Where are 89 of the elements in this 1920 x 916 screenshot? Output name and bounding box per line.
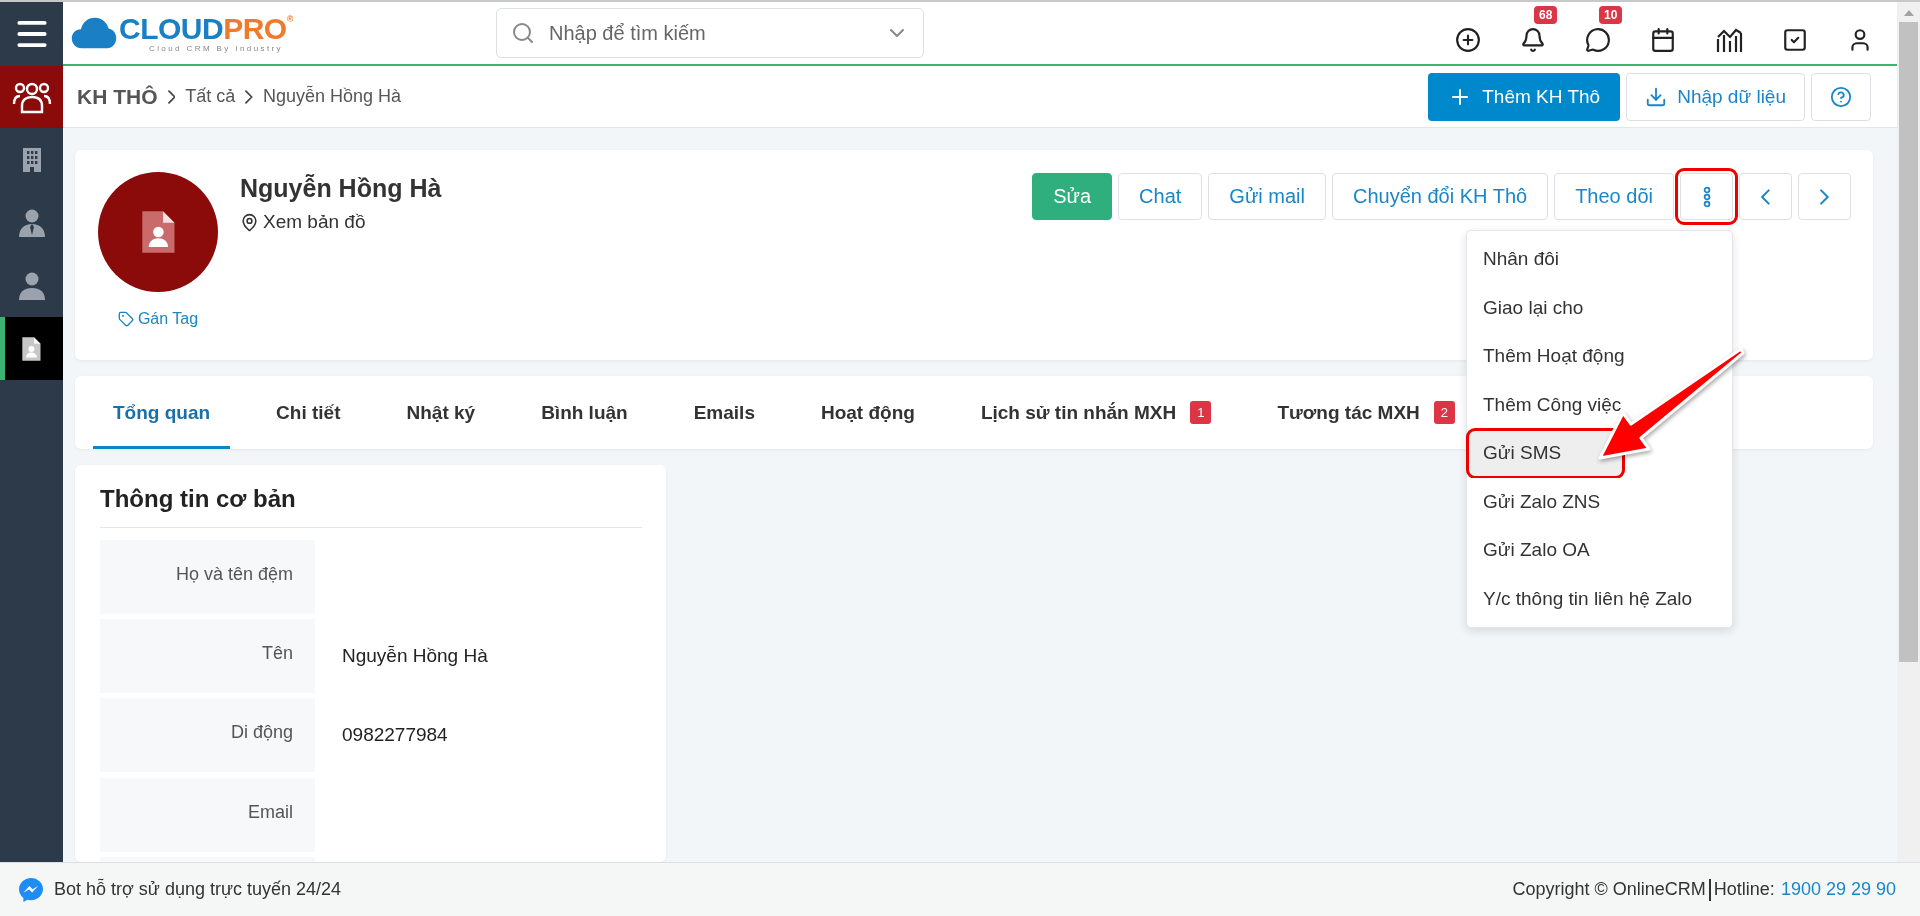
bell-icon	[1520, 27, 1546, 53]
cloud-logo-icon	[71, 16, 117, 50]
action-button[interactable]: Gửi mail	[1208, 173, 1326, 220]
checkbox-icon	[1782, 27, 1808, 53]
action-button[interactable]: Chuyển đổi KH Thô	[1331, 173, 1549, 220]
tab-label: Emails	[693, 401, 755, 424]
help-icon	[1830, 85, 1852, 108]
help-button[interactable]	[1811, 72, 1871, 121]
add-icon	[1455, 27, 1481, 53]
tab[interactable]: Emails	[673, 379, 775, 449]
chevron-right-icon	[245, 89, 253, 104]
menu-item[interactable]: Giao lại cho	[1467, 283, 1732, 332]
hotline-label: Hotline:	[1713, 879, 1775, 900]
toolbar-button[interactable]	[1520, 27, 1546, 53]
tab[interactable]: Hoạt động	[800, 379, 935, 449]
toolbar-button[interactable]	[1782, 27, 1808, 53]
menu-item[interactable]: Gửi Zalo OA	[1467, 526, 1732, 575]
count-badge: 2	[1433, 401, 1455, 424]
tab[interactable]: Tổng quan	[93, 379, 231, 449]
sidebar-item[interactable]	[0, 317, 63, 380]
toolbar-button[interactable]	[1650, 27, 1676, 53]
chevron-right-icon	[167, 89, 176, 104]
module-button[interactable]	[0, 66, 63, 128]
tab-label: Lịch sử tin nhắn MXH	[980, 401, 1177, 424]
action-button[interactable]: Theo dõi	[1554, 173, 1674, 220]
tag-link[interactable]: Gán Tag	[117, 310, 199, 328]
registered-mark: ®	[286, 13, 293, 24]
map-link[interactable]: Xem bản đồ	[240, 211, 442, 233]
contact-document-icon	[139, 209, 177, 255]
building-icon	[21, 146, 42, 173]
field-value: Nguyễn Hồng Hà	[341, 644, 489, 669]
hotline-link[interactable]: 1900 29 29 90	[1780, 879, 1896, 900]
breadcrumb-link[interactable]: KH THÔ	[77, 84, 158, 109]
people-group-icon	[11, 80, 52, 114]
action-button[interactable]: Chat	[1118, 173, 1203, 220]
support-text: Bot hỗ trợ sử dụng trực tuyến 24/24	[54, 879, 342, 900]
toolbar-button[interactable]	[1585, 27, 1611, 53]
add-button[interactable]: Thêm KH Thô	[1428, 72, 1621, 121]
contact-document-icon	[21, 335, 42, 362]
menu-item[interactable]: Gửi Zalo ZNS	[1467, 477, 1732, 526]
tab[interactable]: Nhật ký	[386, 379, 496, 449]
logo-tagline: Cloud CRM By Industry	[149, 43, 284, 53]
copyright-text: Copyright © OnlineCRM	[1512, 879, 1706, 900]
tab[interactable]: Chi tiết	[256, 379, 361, 449]
count-badge: 68	[1534, 6, 1558, 24]
messenger-icon	[18, 876, 44, 903]
import-button[interactable]: Nhập dữ liệu	[1626, 72, 1805, 121]
menu-item[interactable]: Nhân đôi	[1467, 235, 1732, 284]
tab-label: Hoạt động	[820, 401, 915, 424]
logo-text: PRO	[223, 13, 287, 44]
count-badge: 1	[1190, 401, 1212, 424]
calendar-icon	[1650, 27, 1676, 53]
tag-icon	[117, 311, 134, 327]
breadcrumb-link[interactable]: Tất cả	[185, 86, 236, 107]
section-title: Thông tin cơ bản	[100, 485, 642, 528]
contact-name: Nguyễn Hồng Hà	[240, 173, 442, 203]
person-icon	[17, 271, 46, 300]
more-icon	[1702, 185, 1711, 208]
field-label: Họ và tên đệm	[100, 540, 315, 614]
tab-label: Bình luận	[541, 401, 628, 424]
map-pin-icon	[240, 212, 259, 232]
chat-icon	[1585, 27, 1611, 53]
search-input[interactable]: Nhập để tìm kiếm	[547, 20, 873, 46]
toolbar-button[interactable]	[1715, 27, 1743, 53]
download-icon	[1645, 85, 1668, 108]
breadcrumb-link[interactable]: Nguyễn Hồng Hà	[262, 86, 401, 107]
search-field[interactable]: Nhập để tìm kiếm	[496, 8, 924, 58]
scrollbar[interactable]	[1897, 2, 1920, 862]
tab-label: Nhật ký	[406, 401, 476, 424]
count-badge: 10	[1599, 6, 1623, 24]
chevron-right-icon	[1820, 188, 1829, 205]
field-label: Email	[100, 777, 315, 852]
tab[interactable]: Bình luận	[521, 379, 648, 449]
tab-label: Tương tác MXH	[1277, 401, 1420, 424]
tab[interactable]: Lịch sử tin nhắn MXH 1	[960, 379, 1232, 449]
tab-label: Tổng quan	[113, 401, 211, 424]
field-label: Tên	[100, 619, 315, 694]
menu-item[interactable]: Y/c thông tin liên hệ Zalo	[1467, 574, 1732, 623]
logo-text: CLOUD	[119, 13, 224, 44]
chevron-left-icon	[1761, 188, 1770, 205]
toolbar-button[interactable]	[1455, 27, 1481, 53]
person-with-tie-icon	[16, 208, 47, 237]
menu-item[interactable]: Gửi SMS	[1467, 429, 1624, 478]
search-icon	[511, 21, 535, 45]
chart-icon	[1715, 27, 1743, 53]
field-value: 0982277984	[341, 723, 449, 748]
tab-label: Chi tiết	[276, 401, 341, 424]
field-label: Di động	[100, 698, 315, 773]
menu-item[interactable]: Thêm Hoạt động	[1467, 332, 1732, 381]
